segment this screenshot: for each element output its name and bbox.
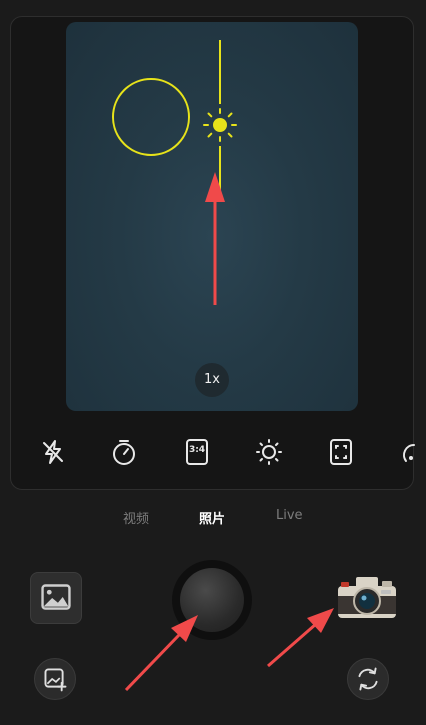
flash-off-icon[interactable] <box>38 437 68 467</box>
aspect-ratio-button[interactable]: 3:4 <box>182 437 212 467</box>
more-icon[interactable] <box>398 437 426 467</box>
mode-video[interactable]: 视频 <box>123 508 149 527</box>
viewfinder[interactable] <box>66 22 358 411</box>
switch-camera-button[interactable] <box>347 658 389 700</box>
switch-camera-icon <box>358 667 378 691</box>
shutter-button-inner[interactable] <box>180 568 244 632</box>
add-photo-button[interactable] <box>34 658 76 700</box>
zoom-button[interactable]: 1x <box>195 363 229 397</box>
camera-icon[interactable] <box>336 572 398 620</box>
brightness-icon[interactable] <box>254 437 284 467</box>
timer-icon[interactable] <box>109 437 139 467</box>
gallery-button[interactable] <box>30 572 82 624</box>
mode-live[interactable]: Live <box>276 508 303 523</box>
exposure-slider-track-bottom[interactable] <box>219 146 221 198</box>
frame-icon[interactable] <box>326 437 356 467</box>
add-photo-icon <box>44 668 67 692</box>
aspect-ratio-label: 3:4 <box>188 445 206 455</box>
focus-ring[interactable] <box>112 78 190 156</box>
exposure-slider-track-top[interactable] <box>219 40 221 104</box>
exposure-sun-icon[interactable] <box>202 107 238 143</box>
image-icon <box>41 584 71 610</box>
mode-photo[interactable]: 照片 <box>199 508 225 527</box>
